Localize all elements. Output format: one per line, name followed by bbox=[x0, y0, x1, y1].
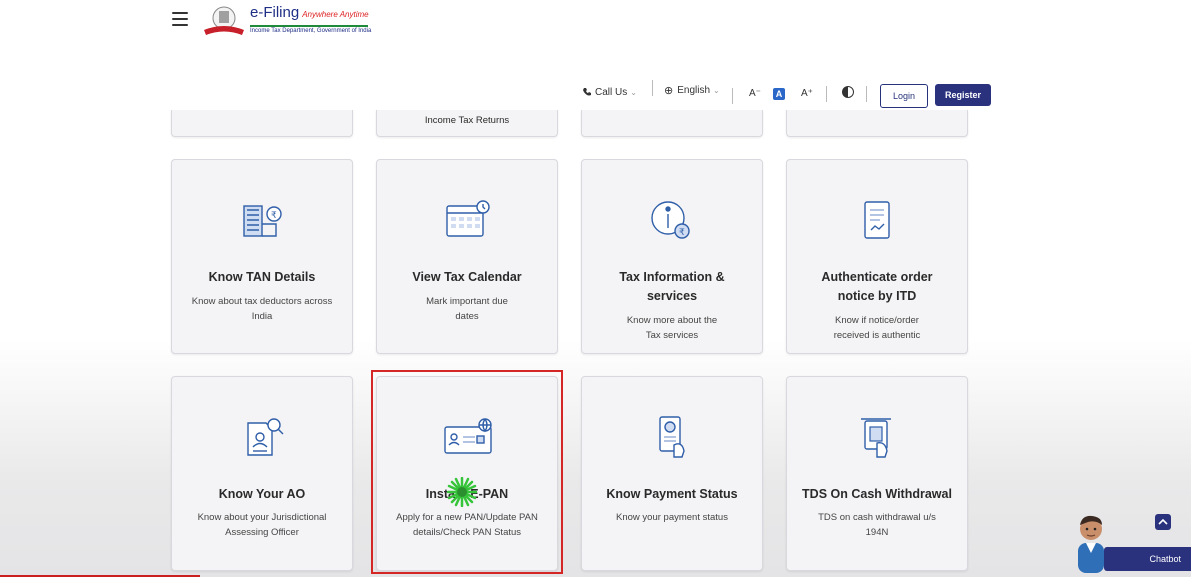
logo-subtitle: Income Tax Department, Government of Ind… bbox=[250, 28, 372, 34]
globe-icon: ⊕ bbox=[664, 84, 674, 97]
card-title: Authenticate order notice by ITD bbox=[821, 270, 933, 303]
card-title: Know TAN Details bbox=[208, 270, 316, 284]
register-button[interactable]: Register bbox=[935, 84, 991, 106]
divider bbox=[732, 88, 733, 104]
phone-payment-icon bbox=[582, 415, 762, 459]
card-title: Know Payment Status bbox=[606, 487, 738, 501]
id-card-globe-icon bbox=[377, 415, 557, 459]
card-tax-information-services[interactable]: ₹ Tax Information & services Know more a… bbox=[581, 159, 763, 354]
card-description: Know your payment status bbox=[616, 512, 728, 523]
click-indicator-icon bbox=[447, 477, 477, 507]
card-description: Know if notice/order received is authent… bbox=[833, 315, 921, 341]
service-card[interactable] bbox=[171, 110, 353, 137]
font-decrease-button[interactable]: A⁻ bbox=[749, 88, 761, 99]
svg-text:₹: ₹ bbox=[271, 211, 277, 221]
emblem-logo-icon bbox=[204, 6, 244, 35]
font-increase-button[interactable]: A⁺ bbox=[801, 88, 813, 99]
logo-tagline: Anywhere Anytime bbox=[302, 10, 369, 19]
card-description: TDS on cash withdrawal u/s 194N bbox=[818, 512, 936, 538]
card-instant-e-pan[interactable]: Instant E-PAN Apply for a new PAN/Update… bbox=[376, 376, 558, 571]
language-label: English bbox=[677, 84, 711, 96]
language-dropdown[interactable]: ⊕ English ⌄ bbox=[664, 78, 720, 102]
card-title: Tax Information & services bbox=[619, 270, 725, 303]
chevron-down-icon: ⌄ bbox=[630, 87, 637, 97]
scroll-to-top-button[interactable] bbox=[1155, 514, 1171, 530]
calendar-clock-icon bbox=[377, 198, 557, 242]
card-description: Mark important due dates bbox=[426, 296, 508, 322]
card-title: View Tax Calendar bbox=[412, 270, 522, 284]
card-description: Apply for a new PAN/Update PAN details/C… bbox=[396, 512, 538, 538]
document-search-icon bbox=[172, 415, 352, 459]
card-description: Know more about the Tax services bbox=[626, 315, 718, 341]
service-card[interactable] bbox=[581, 110, 763, 137]
font-default-button[interactable]: A bbox=[773, 88, 785, 100]
svg-text:₹: ₹ bbox=[679, 228, 685, 238]
chatbot-button[interactable]: Chatbot bbox=[1104, 547, 1191, 571]
login-button[interactable]: Login bbox=[880, 84, 928, 108]
info-rupee-icon: ₹ bbox=[582, 198, 762, 242]
site-header: e-Filing Anywhere Anytime Income Tax Depa… bbox=[0, 0, 1191, 110]
chevron-up-icon bbox=[1158, 518, 1168, 525]
card-authenticate-order[interactable]: Authenticate order notice by ITD Know if… bbox=[786, 159, 968, 354]
service-card-income-tax-returns[interactable]: Income Tax Returns bbox=[376, 110, 558, 137]
card-title: Know Your AO bbox=[218, 487, 306, 501]
card-know-tan-details[interactable]: ₹ Know TAN Details Know about tax deduct… bbox=[171, 159, 353, 354]
card-know-payment-status[interactable]: Know Payment Status Know your payment st… bbox=[581, 376, 763, 571]
phone-icon bbox=[583, 88, 591, 96]
service-card[interactable] bbox=[786, 110, 968, 137]
divider bbox=[826, 86, 827, 102]
logo-underline bbox=[250, 25, 368, 27]
card-know-your-ao[interactable]: Know Your AO Know about your Jurisdictio… bbox=[171, 376, 353, 571]
menu-icon[interactable] bbox=[172, 12, 188, 26]
card-tds-on-cash-withdrawal[interactable]: TDS On Cash Withdrawal TDS on cash withd… bbox=[786, 376, 968, 571]
card-title: Income Tax Returns bbox=[424, 115, 510, 126]
chevron-down-icon: ⌄ bbox=[713, 85, 720, 95]
logo-title[interactable]: e-Filing Anywhere Anytime bbox=[250, 4, 369, 21]
call-us-dropdown[interactable]: Call Us ⌄ bbox=[582, 80, 637, 104]
card-description: Know about tax deductors across India bbox=[191, 296, 333, 322]
building-rupee-icon: ₹ bbox=[172, 198, 352, 242]
contrast-icon[interactable] bbox=[842, 86, 854, 98]
call-us-label: Call Us bbox=[595, 86, 628, 98]
card-title: TDS On Cash Withdrawal bbox=[802, 487, 952, 501]
divider bbox=[866, 86, 867, 102]
card-view-tax-calendar[interactable]: View Tax Calendar Mark important due dat… bbox=[376, 159, 558, 354]
divider bbox=[652, 80, 653, 96]
chatbot-avatar-icon[interactable] bbox=[1070, 509, 1112, 573]
document-check-icon bbox=[787, 198, 967, 242]
atm-cash-icon bbox=[787, 415, 967, 459]
card-description: Know about your Jurisdictional Assessing… bbox=[197, 512, 327, 538]
